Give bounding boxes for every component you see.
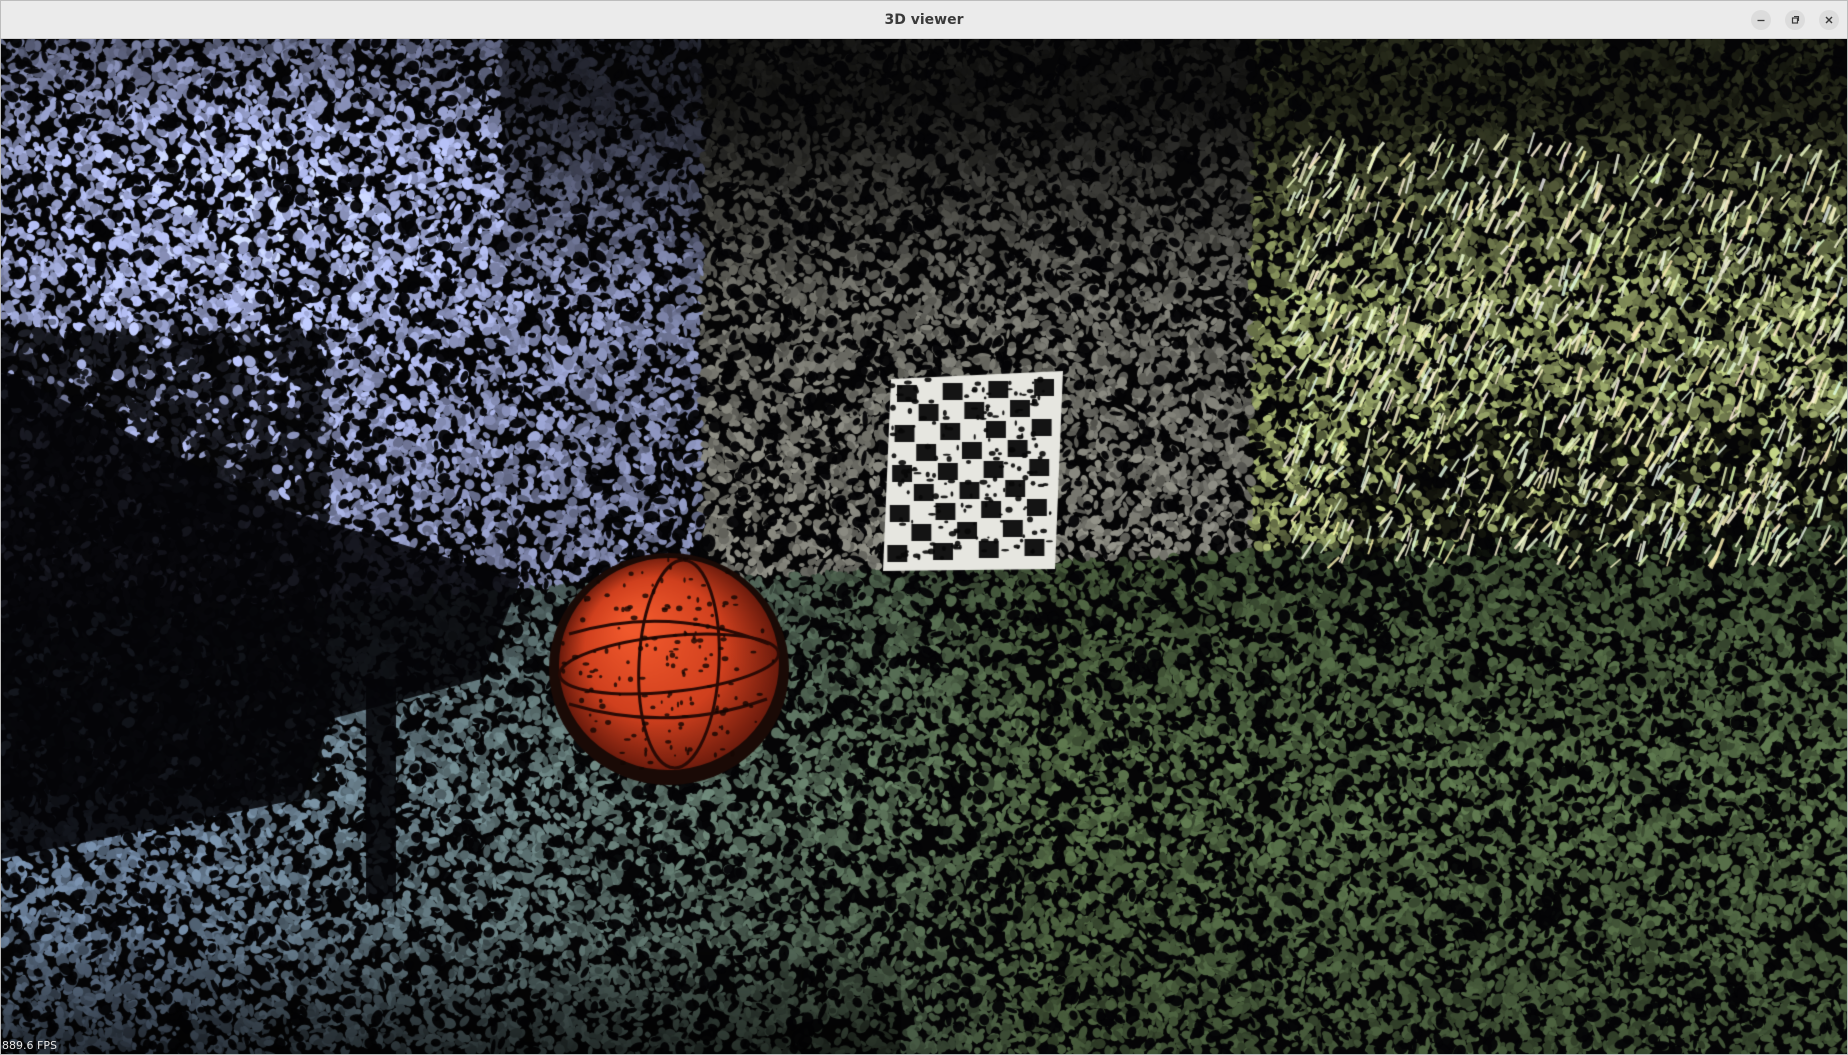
3d-viewport[interactable]: 889.6 FPS: [1, 39, 1847, 1054]
minimize-button[interactable]: [1751, 10, 1771, 30]
maximize-button[interactable]: [1785, 10, 1805, 30]
window-title: 3D viewer: [884, 12, 964, 28]
close-button[interactable]: [1819, 10, 1839, 30]
point-cloud-render[interactable]: [1, 39, 1847, 1054]
close-icon: [1825, 16, 1833, 24]
viewer-window: 3D viewer 889.6 FPS: [0, 0, 1848, 1055]
fps-counter: 889.6 FPS: [2, 1039, 57, 1052]
maximize-icon: [1791, 15, 1800, 24]
minimize-icon: [1757, 19, 1765, 22]
title-bar[interactable]: 3D viewer: [1, 1, 1847, 39]
